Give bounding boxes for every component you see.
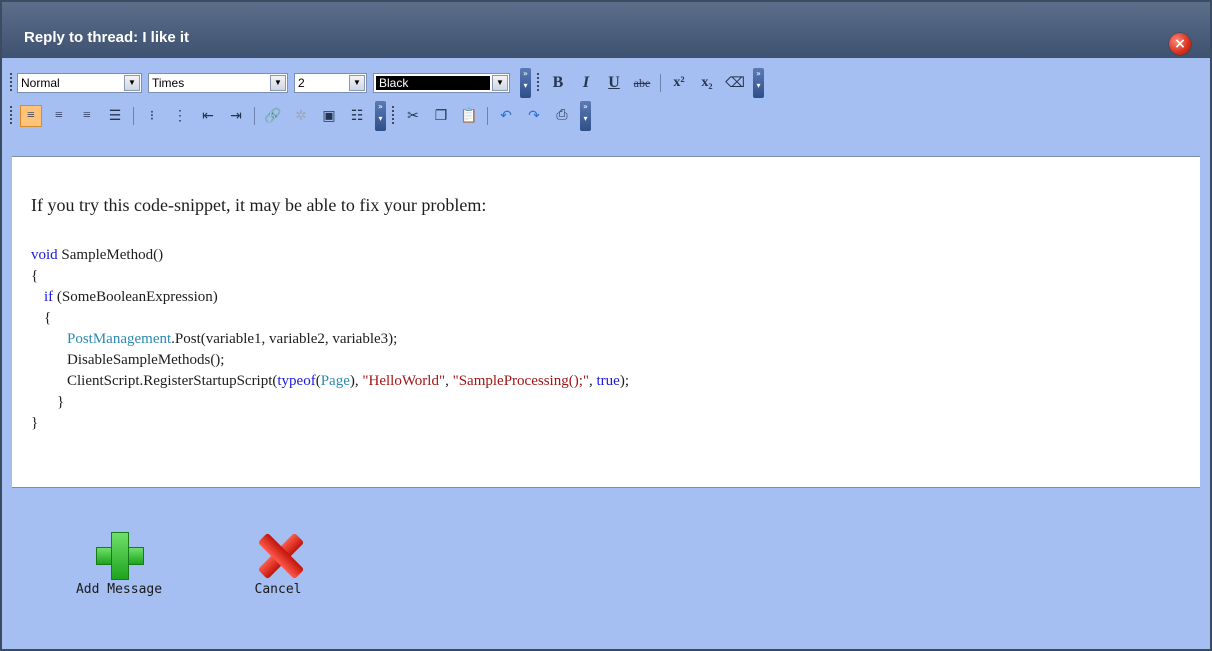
toolbar-row-paragraph: ≡ ≡ ≡ ☰ ⁝ ⋮ ⇤ ⇥ 🔗 ✲ ▣ ☷ » ▾ ✂ ❐ 📋 ↶ ↷ ⎙ »…	[8, 101, 595, 131]
cancel-x-icon	[255, 532, 305, 580]
dialog-actions: Add Message Cancel	[2, 492, 1210, 647]
superscript-button[interactable]: x²	[668, 72, 690, 94]
paste-icon[interactable]: 📋	[458, 105, 480, 127]
code-text: );	[619, 373, 629, 389]
toolbar-grip-icon[interactable]	[10, 106, 12, 126]
code-line: PostManagement.Post(variable1, variable2…	[31, 329, 629, 350]
code-line: ClientScript.RegisterStartupScript(typeo…	[31, 371, 629, 392]
cancel-button[interactable]: Cancel	[218, 532, 338, 597]
code-text: ClientScript.RegisterStartupScript(	[67, 373, 278, 389]
code-text: ),	[349, 373, 363, 389]
code-text: ,	[589, 373, 597, 389]
copy-icon[interactable]: ❐	[430, 105, 452, 127]
code-type: Page	[320, 373, 350, 389]
cut-icon[interactable]: ✂	[402, 105, 424, 127]
paragraph-format-value: Normal	[21, 76, 60, 90]
title-bar: Reply to thread: I like it ×	[2, 2, 1210, 58]
add-message-label: Add Message	[75, 582, 163, 597]
align-right-icon[interactable]: ≡	[76, 105, 98, 127]
toolbar-grip-icon[interactable]	[537, 73, 539, 93]
subscript-button[interactable]: x₂	[696, 72, 718, 94]
code-string: "SampleProcessing();"	[452, 373, 589, 389]
font-name-value: Times	[152, 76, 185, 90]
code-line: void SampleMethod()	[31, 245, 629, 266]
insert-image-icon[interactable]: ▣	[318, 105, 340, 127]
paragraph-format-select[interactable]: Normal ▼	[17, 73, 142, 93]
code-string: "HelloWorld"	[362, 373, 446, 389]
code-line: {	[31, 308, 629, 329]
plus-icon	[96, 532, 144, 580]
redo-icon[interactable]: ↷	[523, 105, 545, 127]
code-keyword: void	[31, 247, 58, 263]
remove-link-icon[interactable]: ✲	[290, 105, 312, 127]
toolbar-row-formatting: Normal ▼ Times ▼ 2 ▼ Black ▼ » ▾ B I U ab…	[8, 68, 768, 98]
toolbar-grip-icon[interactable]	[10, 73, 12, 93]
code-keyword: typeof	[277, 373, 316, 389]
print-icon[interactable]: ⎙	[551, 105, 573, 127]
undo-icon[interactable]: ↶	[495, 105, 517, 127]
toolbar-overflow-icon[interactable]: » ▾	[753, 68, 764, 98]
code-type: PostManagement	[67, 331, 172, 347]
font-color-select[interactable]: Black ▼	[373, 73, 510, 93]
insert-link-icon[interactable]: 🔗	[262, 105, 284, 127]
toolbar-grip-icon[interactable]	[392, 106, 394, 126]
code-text: DisableSampleMethods();	[67, 352, 225, 368]
code-text: {	[44, 310, 52, 326]
toolbar-overflow-icon[interactable]: » ▾	[375, 101, 386, 131]
strikethrough-button[interactable]: abe	[631, 72, 653, 94]
code-keyword: true	[596, 373, 620, 389]
code-line: DisableSampleMethods();	[31, 350, 629, 371]
chevron-down-icon: ▼	[270, 75, 286, 91]
code-text: }	[57, 394, 65, 410]
outdent-icon[interactable]: ⇤	[197, 105, 219, 127]
code-text: (SomeBooleanExpression)	[53, 289, 218, 305]
code-line: }	[31, 413, 629, 434]
toolbar-separator	[487, 107, 488, 125]
close-icon[interactable]: ×	[1169, 33, 1191, 55]
toolbar-separator	[133, 107, 134, 125]
underline-button[interactable]: U	[603, 72, 625, 94]
code-line: if (SomeBooleanExpression)	[31, 287, 629, 308]
align-justify-icon[interactable]: ☰	[104, 105, 126, 127]
chevron-down-icon: ▼	[124, 75, 140, 91]
bullet-list-icon[interactable]: ⁝	[141, 105, 163, 127]
chevron-down-icon: ▼	[349, 75, 365, 91]
reply-dialog: Reply to thread: I like it × Normal ▼ Ti…	[0, 0, 1212, 651]
code-line: {	[31, 266, 629, 287]
italic-button[interactable]: I	[575, 72, 597, 94]
editor-intro-text: If you try this code-snippet, it may be …	[31, 195, 487, 215]
font-name-select[interactable]: Times ▼	[148, 73, 288, 93]
numbered-list-icon[interactable]: ⋮	[169, 105, 191, 127]
indent-icon[interactable]: ⇥	[225, 105, 247, 127]
chevron-down-icon: ▼	[492, 75, 508, 91]
eraser-icon[interactable]: ⌫	[724, 72, 746, 94]
code-text: ,	[445, 373, 453, 389]
toolbar-separator	[254, 107, 255, 125]
bold-button[interactable]: B	[547, 72, 569, 94]
message-editor[interactable]: If you try this code-snippet, it may be …	[12, 156, 1200, 488]
code-text: SampleMethod()	[57, 247, 164, 263]
toolbar-separator	[660, 74, 661, 92]
toolbar-overflow-icon[interactable]: » ▾	[580, 101, 591, 131]
font-color-value: Black	[376, 76, 490, 90]
code-text: }	[31, 415, 39, 431]
code-line: }	[31, 392, 629, 413]
align-left-icon[interactable]: ≡	[20, 105, 42, 127]
align-center-icon[interactable]: ≡	[48, 105, 70, 127]
code-keyword: if	[44, 289, 54, 305]
code-snippet: void SampleMethod() { if (SomeBooleanExp…	[31, 245, 629, 434]
font-size-select[interactable]: 2 ▼	[294, 73, 367, 93]
code-text: .Post(variable1, variable2, variable3);	[171, 331, 398, 347]
horizontal-rule-icon[interactable]: ☷	[346, 105, 368, 127]
dialog-title: Reply to thread: I like it	[24, 28, 190, 46]
toolbar-overflow-icon[interactable]: » ▾	[520, 68, 531, 98]
code-text: {	[31, 268, 39, 284]
font-size-value: 2	[298, 76, 305, 90]
editor-toolbar: Normal ▼ Times ▼ 2 ▼ Black ▼ » ▾ B I U ab…	[2, 58, 1210, 154]
cancel-label: Cancel	[254, 582, 302, 597]
add-message-button[interactable]: Add Message	[59, 532, 179, 597]
